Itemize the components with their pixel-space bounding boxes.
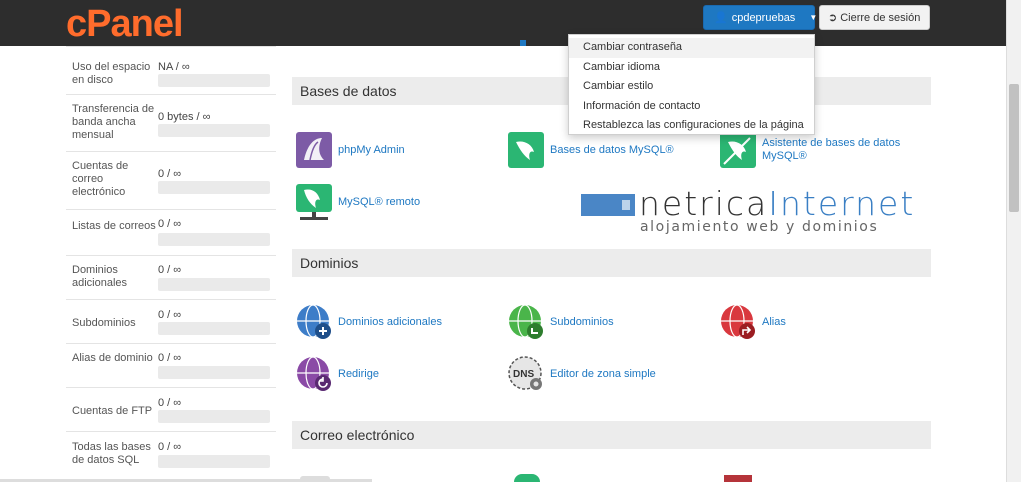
- globe-plus-icon: [296, 304, 332, 340]
- stat-value: 0 bytes / ∞: [158, 111, 211, 123]
- stat-value: 0 / ∞: [158, 218, 182, 230]
- remote-mysql-icon: [296, 184, 332, 220]
- stat-label: Cuentas de correo electrónico: [72, 160, 129, 198]
- user-name-label: cpdepruebas: [731, 11, 796, 24]
- stat-label: Todas las bases de datos SQL: [72, 441, 151, 466]
- stat-disk-usage: Uso del espacio en disco NA / ∞: [66, 46, 276, 95]
- stats-sidebar: Uso del espacio en disco NA / ∞ Transfer…: [66, 46, 276, 478]
- aliases-link[interactable]: Alias: [720, 304, 786, 340]
- item-label: Dominios adicionales: [338, 315, 442, 328]
- logout-button[interactable]: ➲ Cierre de sesión: [819, 5, 930, 30]
- watermark-block-accent: [622, 200, 630, 210]
- stat-bandwidth: Transferencia de banda ancha mensual 0 b…: [66, 95, 276, 152]
- stat-value: 0 / ∞: [158, 168, 182, 180]
- stat-email-accounts: Cuentas de correo electrónico 0 / ∞: [66, 152, 276, 210]
- user-dropdown-menu: Cambiar contraseña Cambiar idioma Cambia…: [568, 34, 815, 135]
- item-label: phpMy Admin: [338, 143, 405, 156]
- caret-down-icon: ▼: [809, 13, 818, 22]
- stat-addon-domains: Dominios adicionales 0 / ∞: [66, 256, 276, 300]
- logout-icon: ➲: [828, 12, 838, 24]
- stat-value: 0 / ∞: [158, 264, 182, 276]
- stat-value: 0 / ∞: [158, 397, 182, 409]
- vertical-scrollbar[interactable]: [1006, 0, 1021, 482]
- stat-domain-aliases: Alias de dominio 0 / ∞: [66, 344, 276, 388]
- item-label: Bases de datos MySQL®: [550, 143, 674, 156]
- netrica-watermark: netricaInternet alojamiento web y domini…: [581, 184, 921, 236]
- section-header-domains[interactable]: Dominios: [292, 249, 931, 277]
- phpmyadmin-link[interactable]: phpMy Admin: [296, 132, 405, 168]
- usage-bar: [158, 233, 270, 246]
- mysql-dolphin-icon: [508, 132, 544, 168]
- user-menu-button[interactable]: 👤 cpdepruebas ▼: [703, 5, 818, 30]
- usage-bar: [158, 74, 270, 87]
- globe-alias-icon: [720, 304, 756, 340]
- stat-mailing-lists: Listas de correos 0 / ∞: [66, 210, 276, 256]
- watermark-wordmark: netricaInternet: [639, 184, 916, 223]
- item-label: MySQL® remoto: [338, 195, 421, 208]
- stat-value: NA / ∞: [158, 61, 190, 73]
- item-label: Subdominios: [550, 315, 614, 328]
- stat-label: Listas de correos: [72, 220, 156, 232]
- redirects-link[interactable]: Redirige: [296, 356, 379, 392]
- usage-bar: [158, 278, 270, 291]
- menu-item-change-style[interactable]: Cambiar estilo: [569, 77, 814, 97]
- addon-domains-link[interactable]: Dominios adicionales: [296, 304, 442, 340]
- item-label: Alias: [762, 315, 786, 328]
- usage-bar: [158, 322, 270, 335]
- stat-label: Cuentas de FTP: [72, 405, 153, 417]
- stat-label: Subdominios: [72, 317, 136, 329]
- globe-sub-icon: [508, 304, 544, 340]
- user-icon: 👤: [714, 12, 728, 24]
- item-label: Asistente de bases de datos MySQL®: [762, 137, 901, 162]
- logout-label: Cierre de sesión: [840, 11, 921, 24]
- stat-sql-databases: Todas las bases de datos SQL 0 / ∞: [66, 432, 276, 478]
- menu-item-reset-page-settings[interactable]: Restablezca las configuraciones de la pá…: [569, 116, 814, 136]
- autoresponder-icon-partial[interactable]: [724, 475, 752, 482]
- watermark-tagline: alojamiento web y dominios: [640, 219, 879, 235]
- scrollbar-thumb[interactable]: [1009, 84, 1019, 212]
- remote-mysql-link[interactable]: MySQL® remoto: [296, 184, 420, 220]
- stat-label: Uso del espacio en disco: [72, 61, 151, 86]
- usage-bar: [158, 181, 270, 194]
- stat-label: Dominios adicionales: [72, 264, 128, 289]
- stat-value: 0 / ∞: [158, 309, 182, 321]
- usage-bar: [158, 124, 270, 137]
- menu-item-change-password[interactable]: Cambiar contraseña: [569, 38, 814, 58]
- menu-item-contact-info[interactable]: Información de contacto: [569, 97, 814, 117]
- item-label: Editor de zona simple: [550, 367, 656, 380]
- partial-icon: [520, 40, 526, 46]
- zone-editor-link[interactable]: DNS Editor de zona simple: [508, 356, 656, 392]
- section-header-email[interactable]: Correo electrónico: [292, 421, 931, 449]
- forwarders-icon-partial[interactable]: [514, 474, 540, 482]
- usage-bar: [158, 410, 270, 423]
- usage-bar: [158, 455, 270, 468]
- mysql-wizard-link[interactable]: Asistente de bases de datos MySQL®: [720, 132, 912, 168]
- mysql-wizard-icon: [720, 132, 756, 168]
- svg-text:DNS: DNS: [513, 369, 534, 380]
- usage-bar: [158, 366, 270, 379]
- subdomains-link[interactable]: Subdominios: [508, 304, 614, 340]
- dns-gear-icon: DNS: [508, 356, 544, 392]
- cpanel-logo[interactable]: cPanel: [66, 3, 184, 46]
- stat-ftp-accounts: Cuentas de FTP 0 / ∞: [66, 388, 276, 432]
- stat-subdomains: Subdominios 0 / ∞: [66, 300, 276, 344]
- stat-label: Alias de dominio: [72, 352, 153, 364]
- phpmyadmin-icon: [296, 132, 332, 168]
- item-label: Redirige: [338, 367, 379, 380]
- globe-redirect-icon: [296, 356, 332, 392]
- top-header-bar: cPanel 👤 cpdepruebas ▼ ➲ Cierre de sesió…: [0, 0, 1006, 46]
- menu-item-change-language[interactable]: Cambiar idioma: [569, 58, 814, 78]
- stat-value: 0 / ∞: [158, 441, 182, 453]
- stat-label: Transferencia de banda ancha mensual: [72, 103, 155, 141]
- stat-value: 0 / ∞: [158, 352, 182, 364]
- mysql-databases-link[interactable]: Bases de datos MySQL®: [508, 132, 674, 168]
